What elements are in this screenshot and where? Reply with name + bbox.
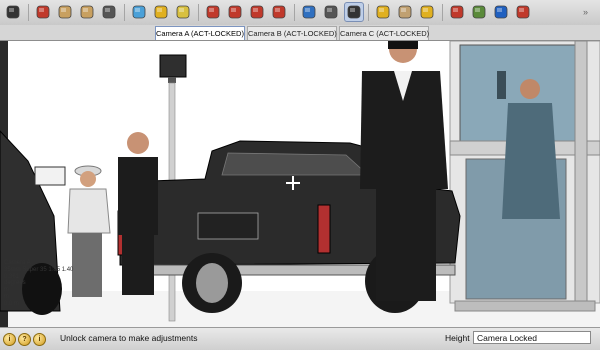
toolbar-overflow-icon[interactable]: » [583,7,588,17]
tape-measure-icon[interactable] [152,3,170,21]
pencil-icon[interactable] [34,3,52,21]
components-icon[interactable] [374,3,392,21]
main-toolbar: » [0,0,600,26]
extension-icon[interactable] [514,3,532,21]
zoom-icon[interactable] [344,2,364,22]
help-icon[interactable]: ? [18,333,31,346]
camera-unit-text: m [4,287,9,294]
circle-icon[interactable] [78,3,96,21]
warehouse-icon[interactable] [448,3,466,21]
pan-hand-icon[interactable] [322,3,340,21]
push-pull-icon[interactable] [204,3,222,21]
value-control-box[interactable]: Camera Locked [473,331,591,344]
share-model-icon[interactable] [470,3,488,21]
value-control-label: Height [445,333,470,343]
google-earth-icon[interactable] [492,3,510,21]
camera-value-text: 0.361 [4,273,20,280]
orbit-icon[interactable] [300,3,318,21]
select-arrow-icon[interactable] [4,3,22,21]
status-bar: i ? i Unlock camera to make adjustments … [0,327,600,350]
styles-icon[interactable] [418,3,436,21]
drawing-viewport[interactable]: Camera A 35mm Super 35 1:85 1.40 0.361 d… [0,41,600,327]
camera-name-text: Camera A [4,260,31,266]
tab-camera-b[interactable]: Camera B (ACT-LOCKED) [247,26,337,40]
toolbar-separator [198,4,199,21]
offset-icon[interactable] [270,3,288,21]
camera-height-text: 0.0 m [4,300,20,307]
instructor-icon[interactable]: i [33,333,46,346]
camera-info-overlay: Camera A 35mm Super 35 1:85 1.40 0.361 d… [4,260,73,308]
move-icon[interactable] [226,3,244,21]
eraser-icon[interactable] [130,3,148,21]
toolbar-separator [28,4,29,21]
camera-unit-text: m [4,293,9,300]
materials-icon[interactable] [396,3,414,21]
toolbar-separator [124,4,125,21]
model-scene [0,41,600,327]
lens-text: 35mm Super 35 1:85 1.40 [4,266,74,273]
rotate-icon[interactable] [248,3,266,21]
camera-angle-text: degrees [4,280,26,287]
arc-icon[interactable] [100,3,118,21]
rectangle-icon[interactable] [56,3,74,21]
toolbar-separator [442,4,443,21]
geo-location-icon[interactable]: i [3,333,16,346]
status-hint-text: Unlock camera to make adjustments [60,333,198,343]
tab-camera-a[interactable]: Camera A (ACT-LOCKED) [155,26,245,40]
toolbar-separator [368,4,369,21]
scene-tab-bar: Camera A (ACT-LOCKED) Camera B (ACT-LOCK… [0,25,600,41]
paint-bucket-icon[interactable] [174,3,192,21]
tab-camera-c[interactable]: Camera C (ACT-LOCKED) [339,26,429,40]
toolbar-separator [294,4,295,21]
